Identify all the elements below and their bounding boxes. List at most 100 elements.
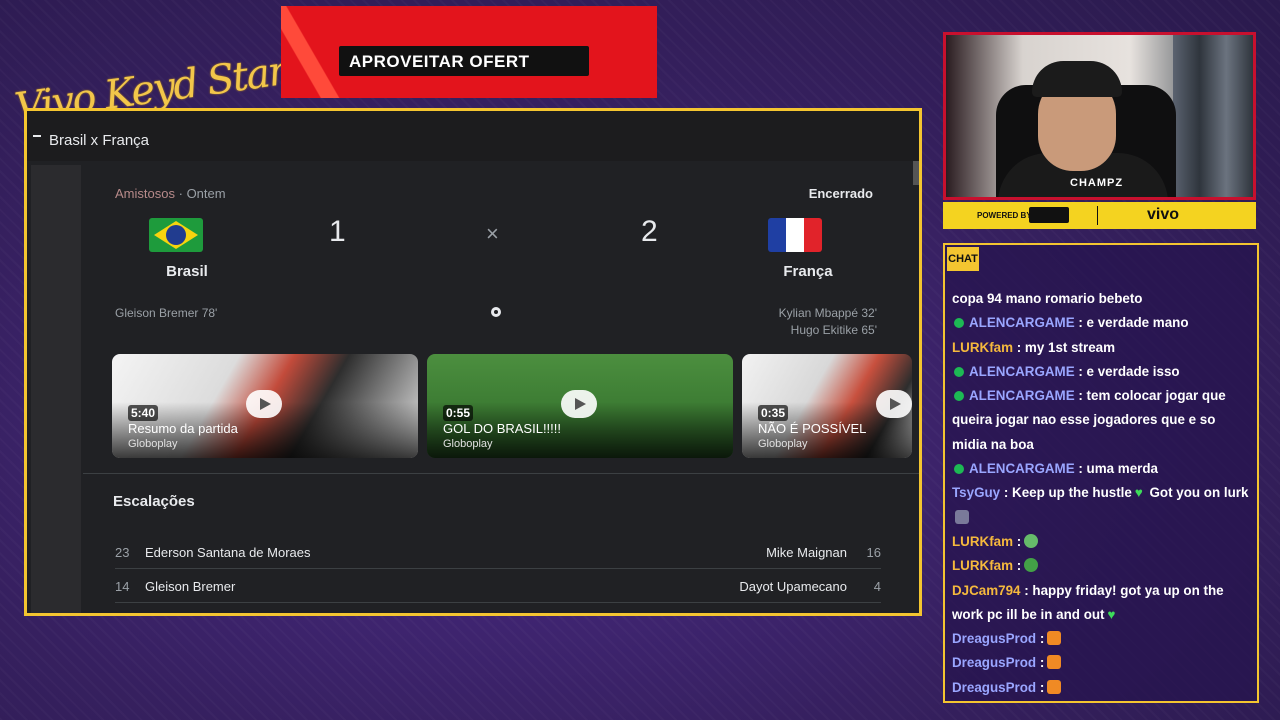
league-link[interactable]: Amistosos [115, 186, 175, 201]
chat-username[interactable]: LURKfam [952, 534, 1013, 549]
chat-tab: CHAT [947, 247, 979, 271]
chat-messages: copa 94 mano romario bebeto ALENCARGAME … [952, 291, 1254, 700]
versus-symbol: × [486, 221, 499, 246]
player-number: 4 [873, 579, 881, 594]
emote-icon [1047, 631, 1062, 646]
webcam-feed: CHAMPZ [943, 32, 1256, 200]
match-status: Encerrado [808, 186, 873, 201]
video-source: Globoplay [128, 438, 178, 450]
ad-banner[interactable]: APROVEITAR OFERT [281, 6, 657, 98]
chat-text: : [1039, 631, 1045, 647]
chat-username[interactable]: DreagusProd [952, 631, 1036, 646]
lineup-row: 23 Ederson Santana de Moraes Mike Maignan… [115, 539, 881, 569]
away-player[interactable]: Mike Maignan 16 [766, 545, 881, 560]
chat-message: copa 94 mano romario bebeto [952, 287, 1254, 311]
chat-username[interactable]: ALENCARGAME [969, 388, 1075, 403]
match-browser-capture: Brasil x França Amistosos · Ontem Encerr… [24, 108, 922, 616]
video-duration: 0:55 [443, 405, 474, 421]
play-icon[interactable] [561, 390, 597, 418]
chat-message: DreagusProd : [952, 627, 1254, 651]
away-player[interactable]: Dayot Upamecano 4 [739, 579, 881, 594]
video-title: NÃO É POSSÍVEL [758, 421, 867, 436]
chat-username[interactable]: ALENCARGAME [969, 461, 1075, 476]
video-source: Globoplay [443, 438, 493, 450]
chat-username[interactable]: DJCam794 [952, 583, 1020, 598]
chat-message: ALENCARGAME : e verdade isso [952, 360, 1254, 384]
home-player[interactable]: 14 Gleison Bremer [115, 579, 235, 594]
cap-headset [1032, 61, 1122, 97]
lineup-row: 14 Gleison Bremer Dayot Upamecano 4 [115, 573, 881, 603]
vivo-logo: vivo [1147, 206, 1180, 223]
chat-message: LURKfam : [952, 530, 1254, 554]
away-team-name[interactable]: França [758, 263, 858, 280]
section-divider [83, 473, 919, 474]
chat-username[interactable]: DreagusProd [952, 680, 1036, 695]
chat-text: : e verdade mano [1078, 315, 1189, 331]
chat-username[interactable]: LURKfam [952, 558, 1013, 573]
left-rail [31, 165, 81, 613]
chat-username[interactable]: TsyGuy [952, 485, 1000, 500]
video-duration: 0:35 [758, 405, 789, 421]
lineups-heading: Escalações [113, 493, 195, 510]
green-heart-icon: ♥ [1107, 606, 1116, 622]
chat-text: : [1039, 679, 1045, 695]
sponsor-bar: POWERED BY vivo [943, 202, 1256, 229]
chat-text: : [1016, 533, 1022, 549]
video-card[interactable]: 5:40 Resumo da partida Globoplay [112, 354, 418, 458]
green-heart-icon: ♥ [1134, 485, 1143, 501]
chat-message: DreagusProd : [952, 676, 1254, 700]
video-title: GOL DO BRASIL!!!!! [443, 421, 561, 436]
away-scorers: Kylian Mbappé 32' Hugo Ekitike 65' [779, 305, 877, 339]
chat-text: : [1039, 655, 1045, 671]
chat-message: ALENCARGAME : tem colocar jogar que quei… [952, 384, 1254, 457]
check-badge-icon [954, 366, 964, 377]
match-meta: Amistosos · Ontem [115, 186, 226, 201]
scrollbar[interactable] [913, 161, 919, 185]
chat-text: : Keep up the hustle [1003, 485, 1132, 501]
play-icon[interactable] [876, 390, 912, 418]
chat-message: TsyGuy : Keep up the hustle ♥ Got you on … [952, 481, 1254, 530]
minus-icon [33, 135, 41, 137]
away-scorer: Hugo Ekitike 65' [790, 323, 877, 337]
video-title: Resumo da partida [128, 421, 238, 436]
home-score: 1 [329, 215, 346, 248]
player-name: Gleison Bremer [145, 579, 236, 594]
emote-icon [1047, 655, 1062, 670]
chat-text: copa 94 mano romario bebeto [952, 291, 1143, 306]
check-badge-icon [954, 391, 964, 402]
chat-username[interactable]: LURKfam [952, 340, 1013, 355]
away-score: 2 [641, 215, 658, 248]
play-icon[interactable] [246, 390, 282, 418]
home-player[interactable]: 23 Ederson Santana de Moraes [115, 545, 311, 560]
home-scorers: Gleison Bremer 78' [115, 306, 217, 320]
chat-username[interactable]: ALENCARGAME [969, 315, 1075, 330]
page-title: Brasil x França [49, 132, 150, 149]
video-duration: 5:40 [128, 405, 159, 421]
chat-panel: CHAT copa 94 mano romario bebeto ALENCAR… [943, 243, 1259, 703]
chat-text: : uma merda [1078, 461, 1158, 477]
emote-icon [1047, 679, 1062, 694]
chat-username[interactable]: ALENCARGAME [969, 364, 1075, 379]
emote-icon [955, 509, 969, 524]
match-date: Ontem [186, 186, 226, 201]
meta-separator: · [178, 186, 183, 201]
video-source: Globoplay [758, 438, 808, 450]
chat-username[interactable]: DreagusProd [952, 655, 1036, 670]
chair-logo: CHAMPZ [1070, 177, 1124, 189]
soccer-ball-icon [491, 307, 501, 317]
emote-icon [1024, 533, 1039, 548]
player-name: Dayot Upamecano [739, 579, 847, 594]
chat-text: : e verdade isso [1078, 363, 1180, 379]
ad-offer-button[interactable]: APROVEITAR OFERT [339, 46, 589, 76]
chat-message: LURKfam : [952, 554, 1254, 578]
chat-message: ALENCARGAME : uma merda [952, 457, 1254, 481]
sponsor-divider [1097, 206, 1098, 225]
browser-header: Brasil x França [27, 111, 919, 161]
chat-text: Got you on lurk [1145, 485, 1249, 501]
player-name: Ederson Santana de Moraes [145, 545, 311, 560]
chat-text: : [1016, 558, 1022, 574]
video-card[interactable]: 0:35 NÃO É POSSÍVEL Globoplay [742, 354, 912, 458]
brazil-flag-icon [149, 218, 203, 252]
home-team-name[interactable]: Brasil [137, 263, 237, 280]
video-card[interactable]: 0:55 GOL DO BRASIL!!!!! Globoplay [427, 354, 733, 458]
